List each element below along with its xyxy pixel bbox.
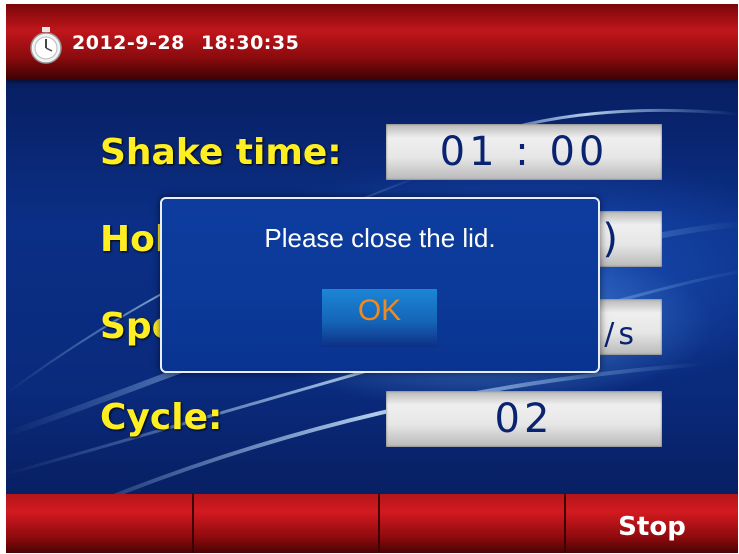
close-lid-dialog: Please close the lid. OK (160, 197, 600, 373)
status-bar: 2012-9-28 18:30:35 (6, 4, 738, 80)
softkey-bar: Stop (6, 494, 738, 553)
dialog-message: Please close the lid. (264, 223, 496, 253)
cycle-value[interactable]: 02 (386, 391, 662, 447)
stopwatch-icon (30, 27, 62, 64)
shake-time-value[interactable]: 01 : 00 (386, 124, 662, 180)
softkey-3[interactable] (380, 494, 566, 553)
date-text: 2012-9-28 (72, 32, 185, 54)
time-text: 18:30:35 (200, 32, 300, 54)
device-screen: 2012-9-28 18:30:35 Shake time: 01 : 00 Ho… (6, 4, 738, 553)
stop-button[interactable]: Stop (566, 494, 738, 553)
shake-time-label: Shake time: (100, 132, 342, 173)
cycle-label: Cycle: (100, 397, 223, 438)
datetime-display: 2012-9-28 18:30:35 (72, 32, 315, 54)
softkey-1[interactable] (6, 494, 194, 553)
softkey-2[interactable] (194, 494, 380, 553)
ok-button[interactable]: OK (322, 289, 437, 347)
hold-label: Hol (100, 219, 168, 260)
